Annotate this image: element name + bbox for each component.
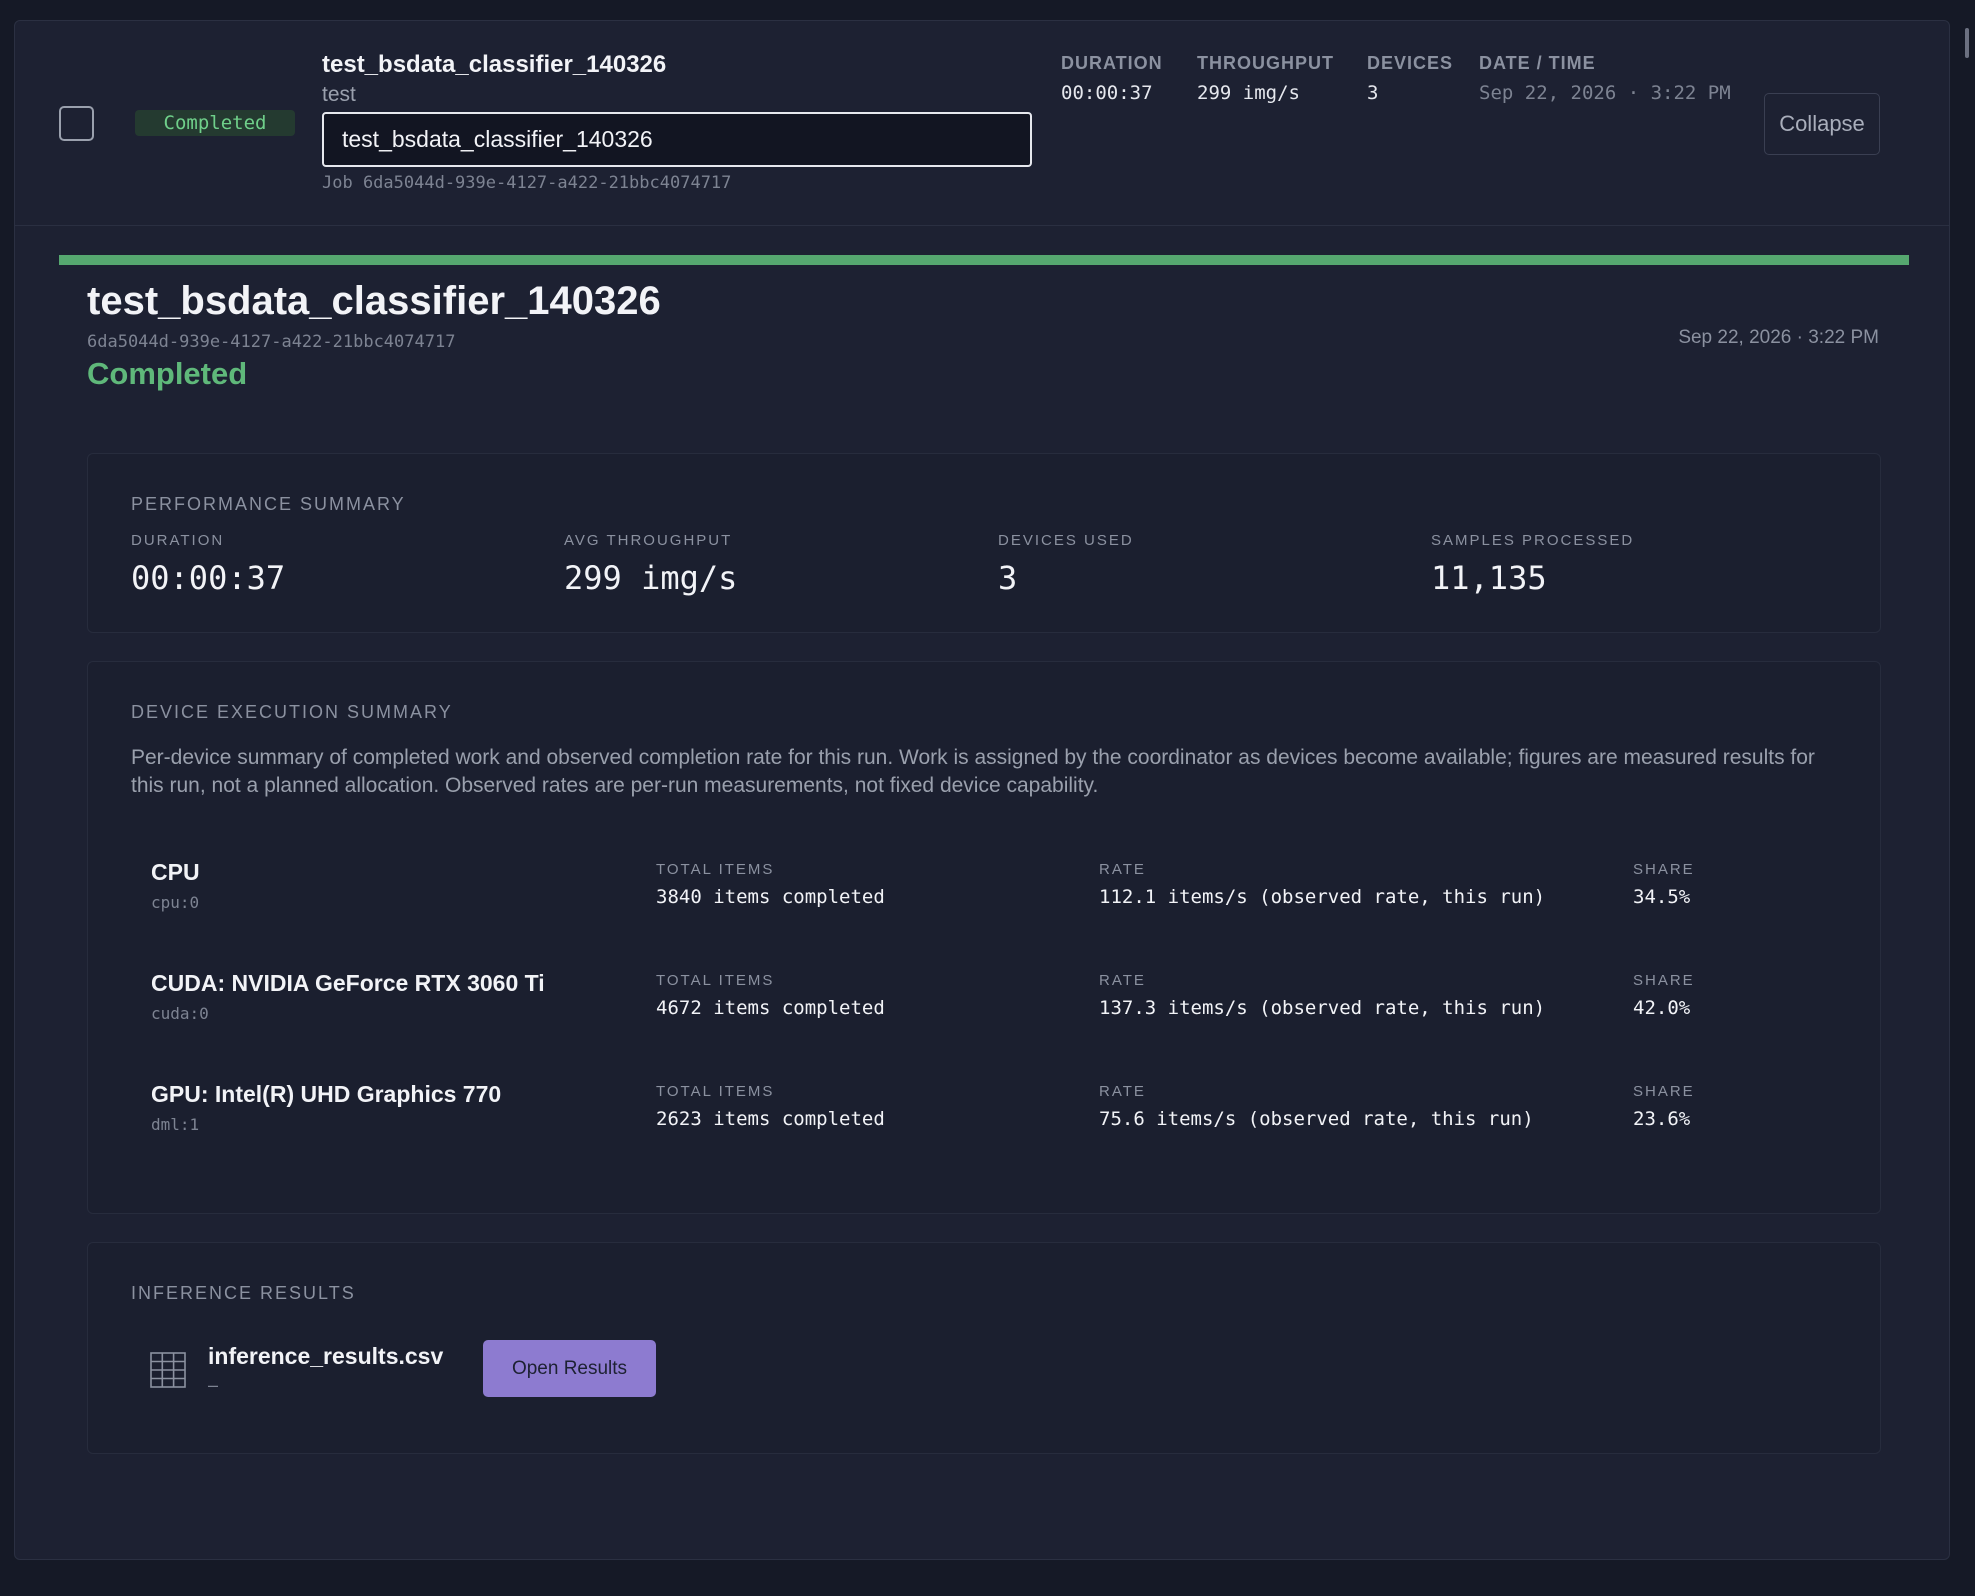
device-total: TOTAL ITEMS 4672 items completed — [656, 972, 885, 1019]
total-items-value: 3840 items completed — [656, 886, 885, 908]
share-label: SHARE — [1633, 972, 1695, 989]
share-value: 23.6% — [1633, 1108, 1691, 1130]
meta-devices: DEVICES 3 — [1367, 53, 1453, 104]
detail-job-id: 6da5044d-939e-4127-a422-21bbc4074717 — [87, 332, 456, 352]
rate-value: 75.6 items/s (observed rate, this run) — [1099, 1108, 1534, 1130]
total-items-label: TOTAL ITEMS — [656, 861, 775, 878]
device-row-gpu: GPU: Intel(R) UHD Graphics 770 dml:1 TOT… — [88, 1081, 1880, 1151]
stat-samples-processed: SAMPLES PROCESSED 11,135 — [1431, 532, 1634, 597]
status-badge: Completed — [135, 110, 295, 136]
stat-label: DURATION — [131, 532, 225, 549]
stat-label: SAMPLES PROCESSED — [1431, 532, 1635, 549]
stat-value: 11,135 — [1431, 559, 1547, 597]
device-total: TOTAL ITEMS 3840 items completed — [656, 861, 885, 908]
inference-results-title: INFERENCE RESULTS — [131, 1283, 356, 1303]
stat-value: 00:00:37 — [131, 559, 286, 597]
progress-bar — [59, 255, 1909, 265]
device-rate: RATE 137.3 items/s (observed rate, this … — [1099, 972, 1545, 1019]
stat-label: AVG THROUGHPUT — [564, 532, 733, 549]
stat-value: 299 img/s — [564, 559, 738, 597]
meta-datetime: DATE / TIME Sep 22, 2026 · 3:22 PM — [1479, 53, 1731, 104]
device-name: GPU: Intel(R) UHD Graphics 770 — [151, 1081, 502, 1107]
job-id-label: Job 6da5044d-939e-4127-a422-21bbc4074717 — [322, 173, 732, 193]
meta-throughput-value: 299 img/s — [1197, 82, 1300, 104]
performance-summary-panel: PERFORMANCE SUMMARY DURATION 00:00:37 AV… — [87, 453, 1881, 633]
device-execution-panel: DEVICE EXECUTION SUMMARY Per-device summ… — [87, 661, 1881, 1214]
meta-throughput: THROUGHPUT 299 img/s — [1197, 53, 1334, 104]
device-name: CPU — [151, 859, 200, 885]
device-name: CUDA: NVIDIA GeForce RTX 3060 Ti — [151, 970, 545, 996]
rate-label: RATE — [1099, 972, 1146, 989]
meta-datetime-value: Sep 22, 2026 · 3:22 PM — [1479, 82, 1731, 104]
select-checkbox[interactable] — [59, 106, 94, 141]
device-share: SHARE 34.5% — [1633, 861, 1695, 908]
stat-duration: DURATION 00:00:37 — [131, 532, 285, 597]
rate-label: RATE — [1099, 861, 1146, 878]
total-items-value: 4672 items completed — [656, 997, 885, 1019]
performance-summary-title: PERFORMANCE SUMMARY — [131, 494, 406, 514]
meta-devices-value: 3 — [1367, 82, 1379, 104]
device-execution-description: Per-device summary of completed work and… — [131, 746, 1815, 797]
results-file-meta: – — [208, 1375, 219, 1395]
rate-label: RATE — [1099, 1083, 1146, 1100]
inference-results-panel: INFERENCE RESULTS inference_results.csv … — [87, 1242, 1881, 1454]
meta-throughput-label: THROUGHPUT — [1197, 53, 1334, 73]
device-id: cuda:0 — [151, 1004, 209, 1023]
device-id: dml:1 — [151, 1115, 200, 1134]
rate-value: 112.1 items/s (observed rate, this run) — [1099, 886, 1546, 908]
job-card: Completed test_bsdata_classifier_140326 … — [14, 20, 1950, 1560]
stat-avg-throughput: AVG THROUGHPUT 299 img/s — [564, 532, 737, 597]
device-row-cuda: CUDA: NVIDIA GeForce RTX 3060 Ti cuda:0 … — [88, 970, 1880, 1040]
device-id: cpu:0 — [151, 893, 200, 912]
job-name-input[interactable] — [322, 112, 1032, 167]
device-share: SHARE 42.0% — [1633, 972, 1695, 1019]
share-value: 34.5% — [1633, 886, 1691, 908]
open-results-button[interactable]: Open Results — [483, 1340, 656, 1397]
stat-devices-used: DEVICES USED 3 — [998, 532, 1134, 597]
job-title: test_bsdata_classifier_140326 — [322, 51, 667, 78]
share-label: SHARE — [1633, 1083, 1695, 1100]
meta-devices-label: DEVICES — [1367, 53, 1454, 73]
device-share: SHARE 23.6% — [1633, 1083, 1695, 1130]
device-row-cpu: CPU cpu:0 TOTAL ITEMS 3840 items complet… — [88, 859, 1880, 929]
detail-title: test_bsdata_classifier_140326 — [87, 279, 661, 323]
stat-label: DEVICES USED — [998, 532, 1134, 549]
stat-value: 3 — [998, 559, 1018, 597]
device-total: TOTAL ITEMS 2623 items completed — [656, 1083, 885, 1130]
job-subtitle: test — [322, 83, 356, 106]
detail-status: Completed — [87, 356, 248, 391]
device-rate: RATE 75.6 items/s (observed rate, this r… — [1099, 1083, 1534, 1130]
total-items-value: 2623 items completed — [656, 1108, 885, 1130]
meta-datetime-label: DATE / TIME — [1479, 53, 1596, 73]
device-execution-title: DEVICE EXECUTION SUMMARY — [131, 702, 453, 722]
share-label: SHARE — [1633, 861, 1695, 878]
table-grid-icon — [150, 1352, 186, 1388]
job-header: Completed test_bsdata_classifier_140326 … — [15, 21, 1949, 226]
meta-duration-label: DURATION — [1061, 53, 1163, 73]
meta-duration: DURATION 00:00:37 — [1061, 53, 1163, 104]
share-value: 42.0% — [1633, 997, 1691, 1019]
scrollbar-thumb[interactable] — [1965, 28, 1969, 58]
detail-datetime: Sep 22, 2026 · 3:22 PM — [1678, 327, 1879, 348]
device-rate: RATE 112.1 items/s (observed rate, this … — [1099, 861, 1545, 908]
collapse-button[interactable]: Collapse — [1764, 93, 1880, 155]
rate-value: 137.3 items/s (observed rate, this run) — [1099, 997, 1546, 1019]
results-file-name: inference_results.csv — [208, 1343, 444, 1369]
meta-duration-value: 00:00:37 — [1061, 82, 1153, 104]
total-items-label: TOTAL ITEMS — [656, 972, 775, 989]
total-items-label: TOTAL ITEMS — [656, 1083, 775, 1100]
